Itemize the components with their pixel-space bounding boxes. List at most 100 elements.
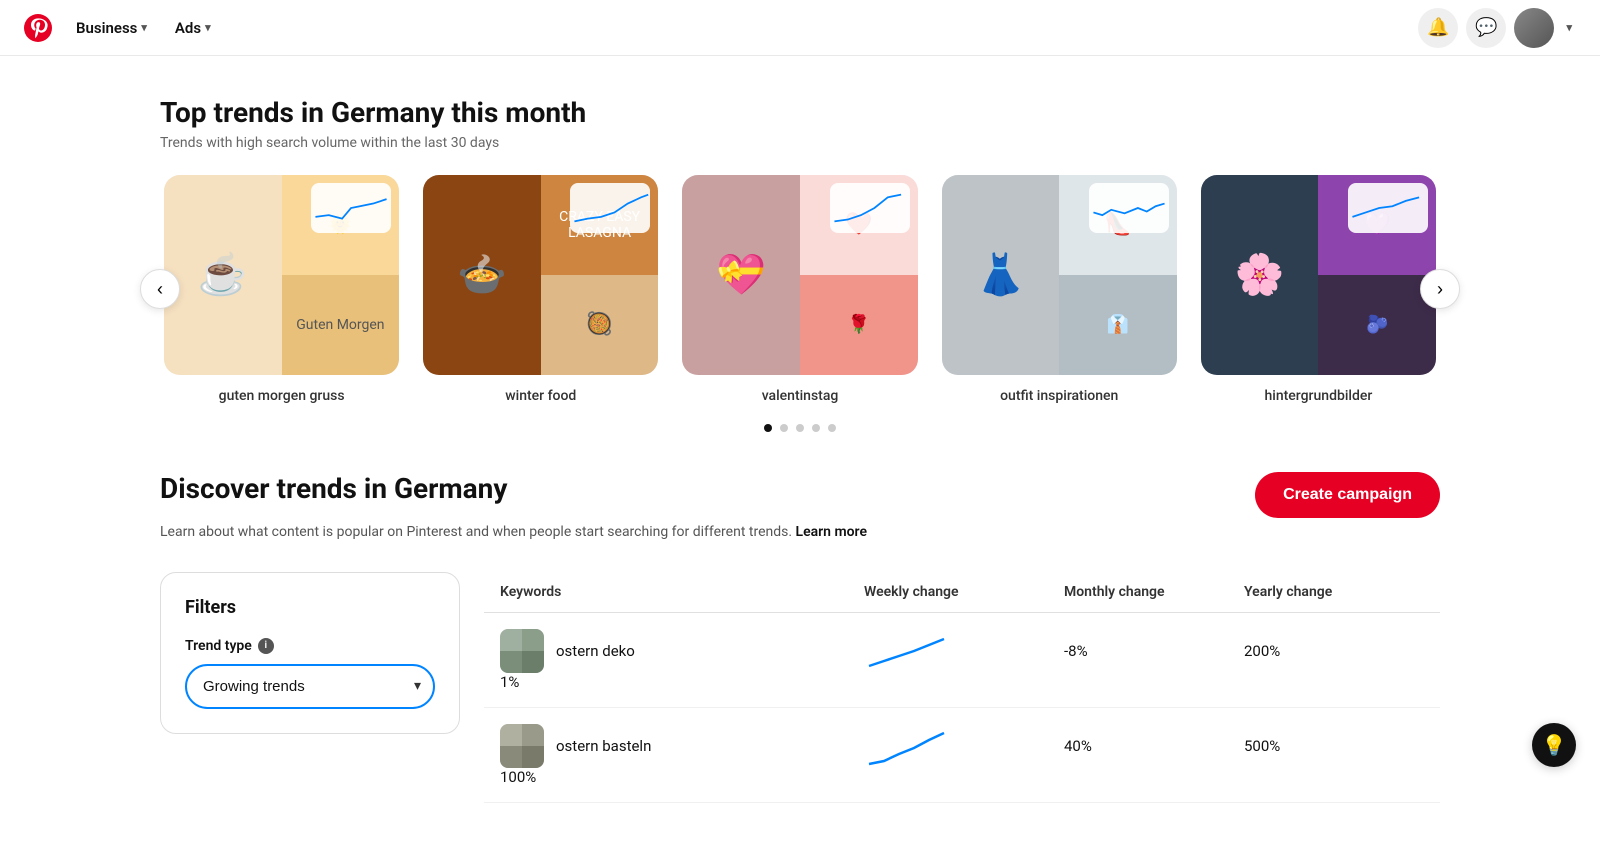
dot-5[interactable] [828, 424, 836, 432]
trend-label-2: winter food [505, 388, 576, 404]
discover-subtitle: Learn about what content is popular on P… [160, 524, 1440, 540]
mini-chart-1 [311, 188, 391, 228]
yearly-change-1: 1% [500, 673, 864, 691]
trend-chart-overlay-2 [570, 183, 650, 233]
trend-img-2a: 🍲 [423, 175, 541, 375]
trend-chart-overlay-1 [311, 183, 391, 233]
user-avatar[interactable] [1514, 8, 1554, 48]
lightbulb-icon: 💡 [1542, 733, 1567, 757]
ads-label: Ads [175, 19, 201, 37]
trend-card-images-2: 🍲 CRAZY EASY LASAGNA 🥘 [423, 175, 658, 375]
thumb-sq-1a [500, 629, 522, 651]
header-monthly: Monthly change [1064, 584, 1244, 600]
trend-card-5[interactable]: 🌸 💜 🫐 hintergrundbilder [1201, 175, 1436, 404]
row-chart-1 [864, 631, 954, 671]
trend-card-4[interactable]: 👗 👠 👔 outfit inspirationen [942, 175, 1177, 404]
ads-menu[interactable]: Ads ▾ [163, 11, 223, 45]
keyword-thumb-2 [500, 724, 544, 768]
weekly-change-1: -8% [1064, 642, 1244, 660]
filters-title: Filters [185, 597, 435, 618]
main-content: Top trends in Germany this month Trends … [100, 56, 1500, 843]
trend-card-1[interactable]: ☕ 🌞 Guten Morgen guten morgen gruss [164, 175, 399, 404]
dot-2[interactable] [780, 424, 788, 432]
trend-card-images-3: 💝 ❤️ 🌹 [682, 175, 917, 375]
trend-img-3a: 💝 [682, 175, 800, 375]
top-trends-section: Top trends in Germany this month Trends … [160, 96, 1440, 432]
trends-table: Keywords Weekly change Monthly change Ye… [484, 572, 1440, 803]
dot-3[interactable] [796, 424, 804, 432]
discover-header: Discover trends in Germany Create campai… [160, 472, 1440, 518]
chevron-right-icon: › [1437, 279, 1443, 300]
monthly-change-2: 500% [1244, 737, 1424, 755]
carousel-next-button[interactable]: › [1420, 269, 1460, 309]
messages-icon: 💬 [1475, 17, 1497, 38]
keyword-cell-1: ostern deko [500, 629, 864, 673]
create-campaign-button[interactable]: Create campaign [1255, 472, 1440, 518]
mini-chart-4 [1089, 188, 1169, 228]
discover-heading-group: Discover trends in Germany [160, 472, 507, 511]
yearly-change-2: 100% [500, 768, 864, 786]
thumb-sq-2d [522, 746, 544, 768]
keyword-cell-2: ostern basteln [500, 724, 864, 768]
top-trends-subtitle: Trends with high search volume within th… [160, 135, 1440, 151]
ads-chevron: ▾ [205, 21, 211, 34]
dot-1[interactable] [764, 424, 772, 432]
table-row-2[interactable]: ostern basteln 40% 500% 100% [484, 708, 1440, 803]
trend-img-2c: 🥘 [541, 275, 659, 375]
thumb-grid-1 [500, 629, 544, 673]
chart-cell-1 [864, 631, 1064, 671]
trend-label-4: outfit inspirationen [1000, 388, 1118, 404]
keyword-text-1: ostern deko [556, 642, 635, 660]
keyword-text-2: ostern basteln [556, 737, 651, 755]
trend-type-label-row: Trend type i [185, 638, 435, 654]
account-expand[interactable]: ▾ [1562, 21, 1576, 34]
trend-type-select[interactable]: Growing trends Top trends New trends Sea… [185, 664, 435, 709]
table-row-1[interactable]: ostern deko -8% 200% 1% [484, 613, 1440, 708]
notifications-button[interactable]: 🔔 [1418, 8, 1458, 48]
pinterest-logo[interactable] [24, 14, 52, 42]
trend-img-5c: 🫐 [1318, 275, 1436, 375]
header-keywords: Keywords [500, 584, 864, 600]
learn-more-link[interactable]: Learn more [796, 524, 867, 540]
trend-card-images-4: 👗 👠 👔 [942, 175, 1177, 375]
thumb-sq-2b [522, 724, 544, 746]
carousel-items-container: ☕ 🌞 Guten Morgen guten morgen gruss [160, 175, 1440, 404]
keyword-thumb-1 [500, 629, 544, 673]
account-chevron: ▾ [1566, 21, 1572, 34]
messages-button[interactable]: 💬 [1466, 8, 1506, 48]
mini-chart-2 [570, 188, 650, 228]
content-area: Filters Trend type i Growing trends Top … [160, 572, 1440, 803]
trend-img-1a: ☕ [164, 175, 282, 375]
trend-card-2[interactable]: 🍲 CRAZY EASY LASAGNA 🥘 winter food [423, 175, 658, 404]
chart-cell-2 [864, 726, 1064, 766]
carousel-dots [160, 424, 1440, 432]
business-chevron: ▾ [141, 21, 147, 34]
trend-img-1c: Guten Morgen [282, 275, 400, 375]
mini-chart-3 [830, 188, 910, 228]
trend-img-4a: 👗 [942, 175, 1060, 375]
thumb-sq-2c [500, 746, 522, 768]
trend-card-3[interactable]: 💝 ❤️ 🌹 valentinstag [682, 175, 917, 404]
trend-type-info-icon[interactable]: i [258, 638, 274, 654]
header-weekly: Weekly change [864, 584, 1064, 600]
top-trends-title: Top trends in Germany this month [160, 96, 1440, 129]
trend-img-5a: 🌸 [1201, 175, 1319, 375]
avatar-placeholder [1514, 8, 1554, 48]
thumb-grid-2 [500, 724, 544, 768]
thumb-sq-1b [522, 629, 544, 651]
trend-img-3c: 🌹 [800, 275, 918, 375]
chevron-left-icon: ‹ [157, 279, 163, 300]
thumb-sq-1d [522, 651, 544, 673]
trend-chart-overlay-3 [830, 183, 910, 233]
trend-chart-overlay-5 [1348, 183, 1428, 233]
trends-carousel: ‹ ☕ 🌞 Guten Morgen guten [160, 175, 1440, 404]
trend-card-images-5: 🌸 💜 🫐 [1201, 175, 1436, 375]
trend-label-5: hintergrundbilder [1265, 388, 1373, 404]
row-chart-2 [864, 726, 954, 766]
trend-label-3: valentinstag [762, 388, 839, 404]
lightbulb-button[interactable]: 💡 [1532, 723, 1576, 767]
weekly-change-2: 40% [1064, 737, 1244, 755]
business-menu[interactable]: Business ▾ [64, 11, 159, 45]
dot-4[interactable] [812, 424, 820, 432]
nav-right: 🔔 💬 ▾ [1418, 8, 1576, 48]
